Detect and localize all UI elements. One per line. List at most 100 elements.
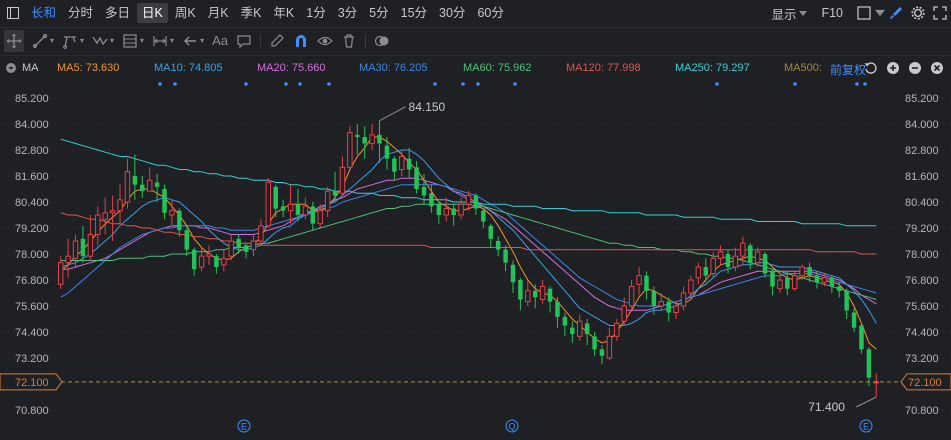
ma-line-ma60 xyxy=(60,203,877,300)
period-tab-13[interactable]: 60分 xyxy=(472,3,508,23)
period-tab-5[interactable]: 月K xyxy=(203,3,234,23)
magnet-icon[interactable] xyxy=(293,30,309,52)
y-tick-label-left: 75.600 xyxy=(15,301,49,313)
candle-body xyxy=(236,238,241,248)
collapse-icon[interactable] xyxy=(6,62,16,73)
low-annotation-leader xyxy=(856,396,877,408)
trash-icon[interactable] xyxy=(341,30,357,52)
eye-icon[interactable] xyxy=(317,30,333,52)
candle-body xyxy=(821,277,828,283)
y-tick-label-left: 79.200 xyxy=(15,223,49,235)
candle-body xyxy=(87,234,94,257)
layout-chevron-icon[interactable] xyxy=(875,2,885,24)
current-price-label-left: 72.100 xyxy=(15,377,49,389)
candle-body xyxy=(421,186,427,196)
candle-body xyxy=(392,158,397,172)
period-tabs: 长和 分时 多日 日K 周K 月K 季K 年K 1分 3分 5分 15分 30分 60分 xyxy=(26,3,511,23)
y-tick-label-right: 85.200 xyxy=(905,93,939,105)
text-icon[interactable]: Aa xyxy=(212,30,228,52)
f10-button[interactable]: F10 xyxy=(821,6,843,20)
candle-body xyxy=(280,206,286,211)
pencil-icon[interactable] xyxy=(269,30,285,52)
candle-body xyxy=(258,225,264,242)
signal-dot xyxy=(298,82,302,86)
crosshair-icon[interactable] xyxy=(4,29,24,52)
measure-tool[interactable]: ▾ xyxy=(152,30,174,52)
fibonacci-tool[interactable]: ▾ xyxy=(122,30,144,52)
kline-chart[interactable]: 85.200 85.200 84.000 84.000 82.800 82.800 81.6… xyxy=(0,78,951,440)
display-menu[interactable]: 显示 xyxy=(771,4,808,23)
chart-canvas[interactable]: 85.200 85.200 84.000 84.000 82.800 82.800 81.6… xyxy=(0,78,951,440)
candle-body xyxy=(562,316,568,326)
ma-indicator-name[interactable]: MA xyxy=(22,62,39,74)
settings-icon[interactable] xyxy=(907,2,929,24)
period-tab-2[interactable]: 多日 xyxy=(100,3,135,23)
period-tab-12[interactable]: 30分 xyxy=(434,3,470,23)
candle-body xyxy=(658,301,664,307)
fullscreen-icon[interactable] xyxy=(929,2,951,24)
sidebar-toggle-icon[interactable] xyxy=(0,0,26,26)
ma-value-0: MA5: 73.630 xyxy=(57,62,120,74)
y-tick-label-left: 80.400 xyxy=(15,197,49,209)
add-icon[interactable] xyxy=(883,58,903,78)
signal-dot xyxy=(461,82,465,86)
y-tick-label-right: 78.000 xyxy=(905,249,939,261)
period-tab-8[interactable]: 1分 xyxy=(301,3,330,23)
period-tab-11[interactable]: 15分 xyxy=(396,3,432,23)
arrow-tool[interactable]: ▾ xyxy=(182,30,204,52)
period-tab-1[interactable]: 分时 xyxy=(63,3,98,23)
period-tab-9[interactable]: 3分 xyxy=(333,3,362,23)
period-tab-10[interactable]: 5分 xyxy=(364,3,393,23)
y-tick-label-left: 84.000 xyxy=(15,119,49,131)
signal-dot xyxy=(513,82,517,86)
ma-indicator-bar: MA MA5: 73.630 MA10: 74.805 MA20: 75.660 MA… xyxy=(0,55,951,79)
layout-icon[interactable] xyxy=(853,2,875,24)
candle-body xyxy=(146,179,153,192)
ma-value-5: MA120: 77.998 xyxy=(566,62,641,74)
signal-dot xyxy=(433,82,437,86)
candle-body xyxy=(732,255,739,268)
signal-dot xyxy=(327,82,331,86)
toggle-icon[interactable] xyxy=(374,30,390,52)
brush-icon[interactable] xyxy=(885,2,907,24)
candle-body xyxy=(770,271,775,287)
event-marker-label: E xyxy=(241,422,247,432)
refresh-icon[interactable] xyxy=(861,58,881,78)
period-tab-6[interactable]: 季K xyxy=(236,3,267,23)
period-tab-0[interactable]: 长和 xyxy=(26,3,61,23)
trendline-icon xyxy=(32,33,48,48)
signal-dot xyxy=(284,82,288,86)
channel-tool[interactable]: ▾ xyxy=(62,30,84,52)
close-icon[interactable] xyxy=(927,58,947,78)
signal-dot xyxy=(863,82,867,86)
candle-body xyxy=(243,245,249,252)
trendline-tool[interactable]: ▾ xyxy=(32,30,54,52)
y-tick-label-right: 75.600 xyxy=(905,301,939,313)
comment-icon[interactable] xyxy=(236,30,252,52)
period-tab-4[interactable]: 周K xyxy=(170,3,201,23)
candle-body xyxy=(666,301,671,313)
remove-icon[interactable] xyxy=(905,58,925,78)
arrow-left-icon xyxy=(184,36,197,45)
ma-value-3: MA30: 76.205 xyxy=(359,62,428,74)
y-tick-label-left: 78.000 xyxy=(15,249,49,261)
candle-body xyxy=(57,262,64,285)
y-tick-label-left: 74.400 xyxy=(15,327,49,339)
candle-body xyxy=(621,305,627,322)
candle-body xyxy=(214,256,219,267)
candle-body xyxy=(547,288,553,302)
y-tick-label-left: 76.800 xyxy=(15,275,49,287)
period-tab-3[interactable]: 日K xyxy=(137,3,168,23)
candle-body xyxy=(762,254,768,274)
candle-body xyxy=(169,210,175,216)
candle-body xyxy=(510,264,516,283)
signal-dot xyxy=(173,82,177,86)
toolbar-divider xyxy=(260,33,261,48)
period-tab-7[interactable]: 年K xyxy=(268,3,299,23)
candle-body xyxy=(117,199,123,212)
wave-tool[interactable]: ▾ xyxy=(92,30,114,52)
candle-body xyxy=(695,266,702,279)
candle-body xyxy=(458,203,464,216)
candle-body xyxy=(844,290,849,311)
ma-line-ma5 xyxy=(60,136,877,350)
